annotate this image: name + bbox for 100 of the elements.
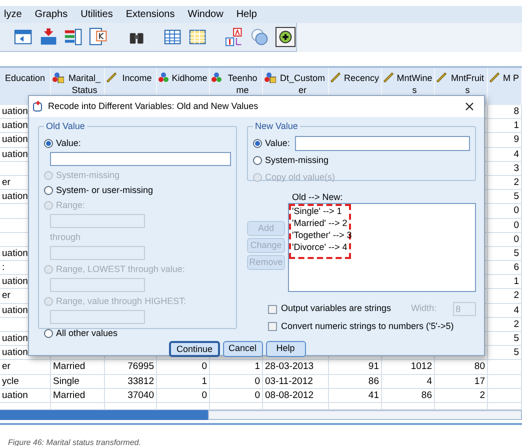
table-cell: uation bbox=[2, 191, 28, 202]
radio-label: Range, LOWEST through value: bbox=[56, 263, 185, 275]
group-legend: Old Value bbox=[44, 120, 87, 132]
menu-item[interactable]: Help bbox=[236, 7, 257, 22]
radio-label: Range: bbox=[56, 199, 86, 211]
table-cell: 86 bbox=[421, 390, 432, 401]
radio-button[interactable] bbox=[44, 186, 53, 194]
checkbox[interactable] bbox=[268, 322, 277, 332]
table-cell: 37040 bbox=[128, 390, 154, 401]
table-cell: 0 bbox=[254, 390, 260, 401]
table-cell: er bbox=[2, 361, 10, 372]
table-cell: 86 bbox=[368, 376, 379, 387]
mapping-entry[interactable]: 'Divorce' --> 4 bbox=[292, 241, 475, 253]
menu-item[interactable]: Window bbox=[188, 7, 224, 22]
table-cell: 91 bbox=[368, 361, 379, 372]
table-cell: uation bbox=[2, 134, 28, 146]
menu-item[interactable]: Graphs bbox=[34, 7, 68, 22]
menu-item[interactable]: lyze bbox=[4, 7, 22, 22]
table-cell: 2 bbox=[514, 176, 519, 188]
mapping-list[interactable]: 'Single' --> 1 'Married' --> 2 'Together' --> 3 'Divorce' --> 4 bbox=[288, 203, 476, 292]
open-data-icon[interactable] bbox=[14, 27, 34, 47]
ruler-icon bbox=[436, 72, 447, 83]
app-icon bbox=[33, 101, 44, 112]
table-cell: uation bbox=[2, 120, 28, 132]
circles-tag-icon bbox=[52, 72, 64, 83]
radio-button[interactable] bbox=[253, 156, 262, 166]
table-cell: 1 bbox=[514, 276, 519, 288]
radio-label: System- or user-missing bbox=[56, 184, 154, 196]
grid-icon[interactable] bbox=[188, 27, 208, 47]
radio-button[interactable] bbox=[44, 138, 53, 148]
mapping-entry[interactable]: 'Single' --> 1 bbox=[292, 205, 475, 217]
radio-label: Range, value through HIGHEST: bbox=[56, 295, 186, 307]
horizontal-scrollbar[interactable] bbox=[0, 410, 522, 420]
table-cell: 2 bbox=[514, 290, 519, 302]
table-cell: 3 bbox=[514, 162, 519, 174]
menu-item[interactable]: Extensions bbox=[126, 7, 175, 22]
mapping-entry[interactable]: 'Married' --> 2 bbox=[292, 217, 475, 229]
table-cell: 0 bbox=[514, 205, 519, 216]
table-cell: 33812 bbox=[128, 376, 154, 387]
value-field[interactable] bbox=[50, 152, 231, 166]
table-cell: 2 bbox=[480, 390, 485, 401]
table-cell: 0 bbox=[202, 361, 207, 372]
table-cell: 4 bbox=[514, 304, 519, 316]
ruler-icon bbox=[383, 72, 394, 83]
table-cell: 5 bbox=[514, 191, 519, 202]
dialog-button[interactable]: Help bbox=[266, 340, 306, 356]
ruler-icon bbox=[330, 72, 341, 83]
table-cell: uation bbox=[2, 148, 28, 160]
circles-icon bbox=[211, 72, 222, 83]
radio-button[interactable] bbox=[253, 139, 262, 148]
table-cell: 1 bbox=[202, 376, 207, 387]
circles-tag-icon bbox=[264, 72, 276, 83]
circles-icon bbox=[158, 72, 169, 83]
table-cell: 1 bbox=[254, 361, 260, 372]
width-label: Width: bbox=[411, 302, 437, 316]
radio-label: All other values bbox=[56, 327, 118, 339]
chart-editor-icon[interactable] bbox=[89, 27, 108, 47]
list-label: Old --> New: bbox=[292, 191, 344, 203]
table-cell: 2 bbox=[514, 318, 519, 330]
table-cell: uation bbox=[2, 304, 28, 316]
table-cell: Married bbox=[53, 361, 86, 372]
dialog-button[interactable]: Continue bbox=[169, 340, 220, 356]
table-cell: ycle bbox=[2, 376, 19, 387]
table-cell: 76995 bbox=[128, 361, 154, 372]
table-cell: 4 bbox=[426, 376, 432, 387]
value-labels-icon[interactable] bbox=[224, 27, 244, 47]
close-icon[interactable] bbox=[465, 102, 474, 111]
value-field[interactable] bbox=[294, 136, 470, 151]
table-cell: 1 bbox=[514, 120, 519, 132]
import-icon[interactable] bbox=[39, 27, 58, 47]
table-cell: 8 bbox=[514, 106, 519, 117]
table-cell: uation bbox=[2, 390, 28, 401]
table-cell: 5 bbox=[514, 248, 519, 259]
circles-icon[interactable] bbox=[250, 27, 270, 47]
add-icon[interactable] bbox=[275, 26, 296, 48]
table-cell: 17 bbox=[474, 376, 485, 387]
dialog-button[interactable]: Cancel bbox=[222, 340, 263, 356]
radio-label: Value: bbox=[56, 137, 81, 149]
table-cell: 0 bbox=[514, 234, 519, 245]
checkbox[interactable] bbox=[268, 304, 277, 314]
checkbox-label: Convert numeric strings to numbers ('5'->5) bbox=[281, 320, 454, 333]
table-cell: 80 bbox=[474, 361, 485, 372]
table-cell: er bbox=[2, 176, 10, 188]
table-cell: uation bbox=[2, 347, 28, 358]
table-cell: 41 bbox=[368, 390, 379, 401]
variables-icon[interactable] bbox=[64, 27, 84, 47]
table-cell: 08-08-2012 bbox=[265, 390, 314, 401]
radio-label: Copy old value(s) bbox=[265, 170, 336, 184]
radio-button[interactable] bbox=[44, 328, 53, 338]
table-cell: 4 bbox=[514, 148, 519, 160]
table-cell: 03-11-2012 bbox=[265, 376, 313, 387]
mapping-entry[interactable]: 'Together' --> 3 bbox=[292, 229, 475, 241]
table-cell: Single bbox=[53, 376, 80, 387]
table-cell: Married bbox=[53, 390, 86, 401]
table-icon[interactable] bbox=[162, 27, 182, 47]
table-cell: 28-03-2013 bbox=[265, 361, 314, 372]
ruler-icon bbox=[489, 72, 500, 83]
column-header[interactable]: M P bbox=[488, 68, 522, 105]
menu-item[interactable]: Utilities bbox=[80, 7, 113, 22]
radio-label: Value: bbox=[265, 136, 290, 150]
